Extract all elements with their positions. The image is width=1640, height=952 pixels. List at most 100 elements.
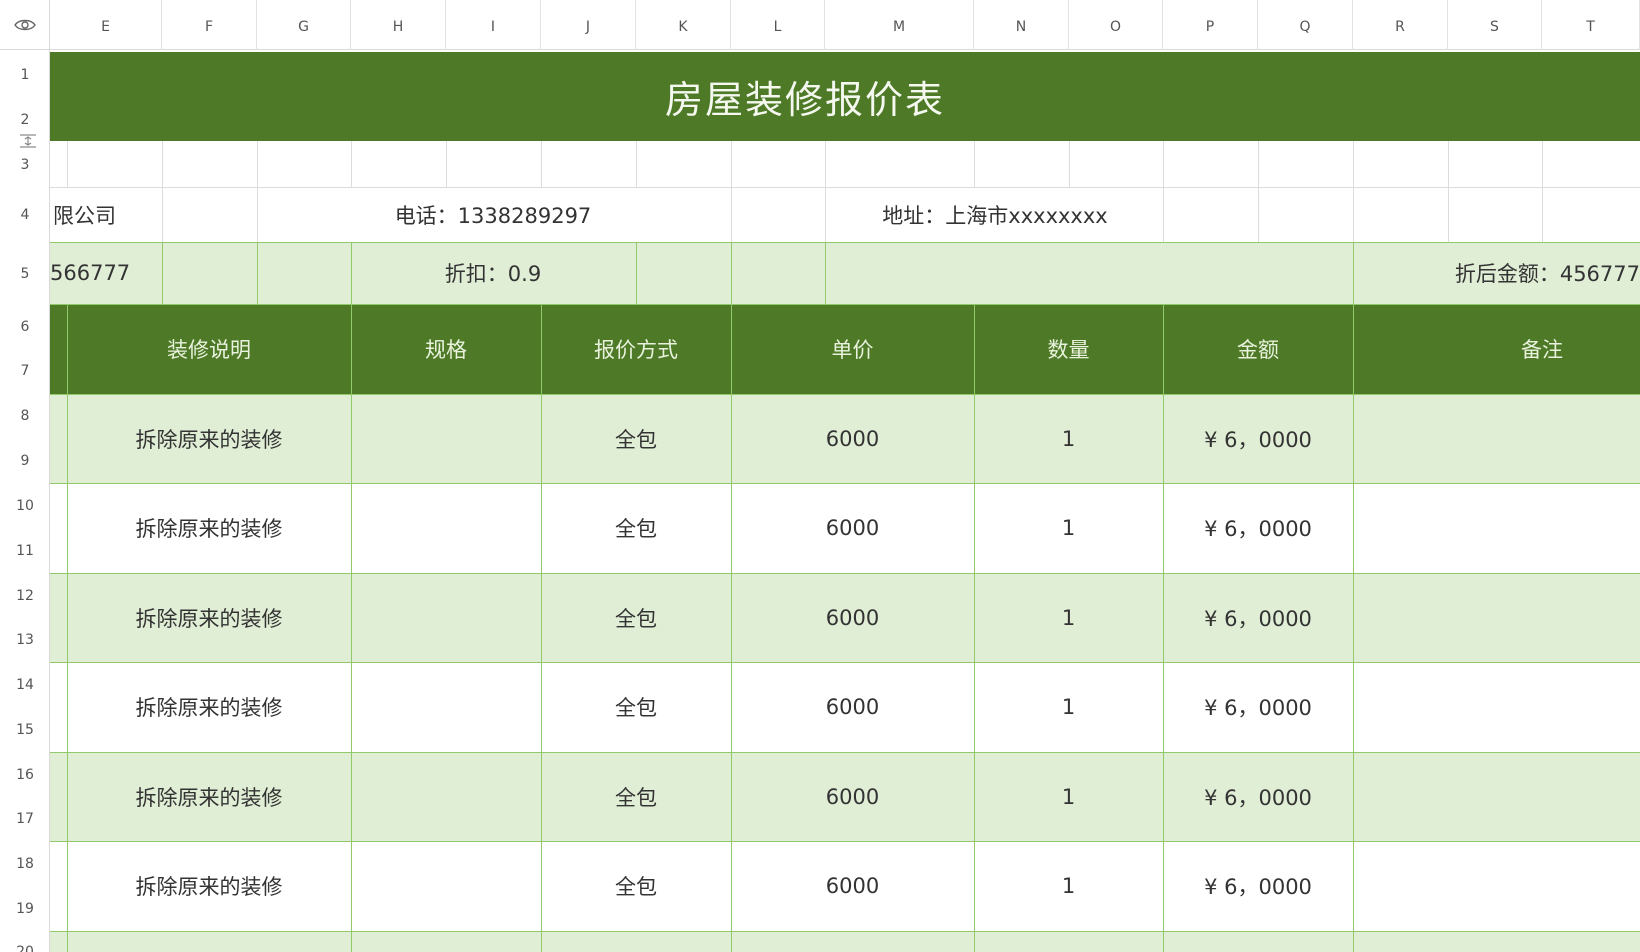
grid-line-row3 — [636, 141, 637, 187]
column-header-r[interactable]: R — [1353, 0, 1448, 50]
eye-icon[interactable] — [13, 18, 36, 32]
row5-amount[interactable]: ¥ 6，0000 — [1163, 752, 1353, 841]
row-header-8[interactable]: 8 — [0, 407, 50, 425]
grid-line-table — [731, 304, 732, 952]
header-notes[interactable]: 备注 — [1353, 304, 1640, 394]
header-description[interactable]: 装修说明 — [67, 304, 351, 394]
row6-amount[interactable]: ¥ 6，0000 — [1163, 841, 1353, 931]
row5-quantity[interactable]: 1 — [974, 752, 1163, 841]
row-header-18[interactable]: 18 — [0, 855, 50, 873]
row3-price[interactable]: 6000 — [731, 573, 974, 662]
header-unit-price[interactable]: 单价 — [731, 304, 974, 394]
column-header-e[interactable]: E — [50, 0, 162, 50]
row-header-7[interactable]: 7 — [0, 362, 50, 380]
header-spec[interactable]: 规格 — [351, 304, 541, 394]
row-header-15[interactable]: 15 — [0, 721, 50, 739]
row-header-10[interactable]: 10 — [0, 497, 50, 515]
total-cell[interactable]: 566777 — [50, 242, 160, 304]
row-header-3[interactable]: 3 — [0, 156, 50, 174]
row1-amount[interactable]: ¥ 6，0000 — [1163, 394, 1353, 483]
column-header-q[interactable]: Q — [1258, 0, 1353, 50]
row3-method[interactable]: 全包 — [541, 573, 731, 662]
row6-description[interactable]: 拆除原来的装修 — [67, 841, 351, 931]
column-header-s[interactable]: S — [1448, 0, 1542, 50]
row4-amount[interactable]: ¥ 6，0000 — [1163, 662, 1353, 752]
row4-price[interactable]: 6000 — [731, 662, 974, 752]
row1-quantity[interactable]: 1 — [974, 394, 1163, 483]
grid-line-table — [541, 304, 542, 952]
header-pricing-method[interactable]: 报价方式 — [541, 304, 731, 394]
row-header-6[interactable]: 6 — [0, 318, 50, 336]
grid-line-row3 — [446, 141, 447, 187]
row3-description[interactable]: 拆除原来的装修 — [67, 573, 351, 662]
grid-line-table — [67, 304, 68, 952]
row1-description[interactable]: 拆除原来的装修 — [67, 394, 351, 483]
header-amount[interactable]: 金额 — [1163, 304, 1353, 394]
row4-description[interactable]: 拆除原来的装修 — [67, 662, 351, 752]
sheet-title[interactable]: 房屋装修报价表 — [50, 52, 1560, 141]
column-header-m[interactable]: M — [825, 0, 974, 50]
column-header-i[interactable]: I — [446, 0, 541, 50]
row-header-20[interactable]: 20 — [0, 943, 50, 952]
column-header-t[interactable]: T — [1542, 0, 1640, 50]
row5-method[interactable]: 全包 — [541, 752, 731, 841]
row-header-19[interactable]: 19 — [0, 900, 50, 918]
row-header-1[interactable]: 1 — [0, 66, 50, 84]
row2-method[interactable]: 全包 — [541, 483, 731, 573]
row-header-11[interactable]: 11 — [0, 542, 50, 560]
grid-line-row4 — [1542, 187, 1543, 242]
grid-line-table-row — [50, 752, 1640, 753]
column-header-j[interactable]: J — [541, 0, 636, 50]
row-header-14[interactable]: 14 — [0, 676, 50, 694]
row-header-12[interactable]: 12 — [0, 587, 50, 605]
row3-amount[interactable]: ¥ 6，0000 — [1163, 573, 1353, 662]
row5-price[interactable]: 6000 — [731, 752, 974, 841]
row1-price[interactable]: 6000 — [731, 394, 974, 483]
discount-cell[interactable]: 折扣：0.9 — [351, 242, 635, 304]
row2-price[interactable]: 6000 — [731, 483, 974, 573]
address-cell[interactable]: 地址：上海市xxxxxxxx — [825, 187, 1165, 242]
header-quantity[interactable]: 数量 — [974, 304, 1163, 394]
column-header-l[interactable]: L — [731, 0, 825, 50]
row-header-5[interactable]: 5 — [0, 265, 50, 283]
row4-quantity[interactable]: 1 — [974, 662, 1163, 752]
phone-cell[interactable]: 电话：1338289297 — [351, 187, 635, 242]
row2-amount[interactable]: ¥ 6，0000 — [1163, 483, 1353, 573]
row3-quantity[interactable]: 1 — [974, 573, 1163, 662]
grid-line-row3 — [257, 141, 258, 187]
row2-description[interactable]: 拆除原来的装修 — [67, 483, 351, 573]
select-all-corner[interactable] — [0, 0, 50, 50]
grid-line-table — [1353, 304, 1354, 952]
row-header-9[interactable]: 9 — [0, 452, 50, 470]
grid-line-row4-bottom — [50, 242, 1640, 243]
row-header-4[interactable]: 4 — [0, 206, 50, 224]
row-header-2[interactable]: 2 — [0, 111, 50, 129]
row4-method[interactable]: 全包 — [541, 662, 731, 752]
grid-line-row3 — [67, 141, 68, 187]
row1-method[interactable]: 全包 — [541, 394, 731, 483]
grid-line-row3 — [351, 141, 352, 187]
row-header-17[interactable]: 17 — [0, 810, 50, 828]
row6-quantity[interactable]: 1 — [974, 841, 1163, 931]
row-resize-icon[interactable] — [18, 133, 38, 149]
column-header-p[interactable]: P — [1163, 0, 1258, 50]
discounted-total-cell[interactable]: 折后金额：456777 — [1353, 242, 1640, 304]
column-header-n[interactable]: N — [974, 0, 1069, 50]
grid-line-row3 — [1448, 141, 1449, 187]
column-header-k[interactable]: K — [636, 0, 731, 50]
column-header-f[interactable]: F — [162, 0, 257, 50]
row6-method[interactable]: 全包 — [541, 841, 731, 931]
column-header-g[interactable]: G — [257, 0, 351, 50]
company-cell[interactable]: 限公司 — [50, 187, 163, 242]
row-header-13[interactable]: 13 — [0, 631, 50, 649]
grid-line-row3 — [541, 141, 542, 187]
row-header-16[interactable]: 16 — [0, 766, 50, 784]
row6-price[interactable]: 6000 — [731, 841, 974, 931]
grid-line-row4 — [825, 187, 826, 242]
row2-quantity[interactable]: 1 — [974, 483, 1163, 573]
column-header-h[interactable]: H — [351, 0, 446, 50]
spreadsheet-view: EFGHIJKLMNOPQRST 1 2 3 4 5 6 7 8 9 10 11 12 13 14 15 16… — [0, 0, 1640, 952]
grid-line-row5 — [351, 242, 352, 304]
column-header-o[interactable]: O — [1069, 0, 1163, 50]
row5-description[interactable]: 拆除原来的装修 — [67, 752, 351, 841]
